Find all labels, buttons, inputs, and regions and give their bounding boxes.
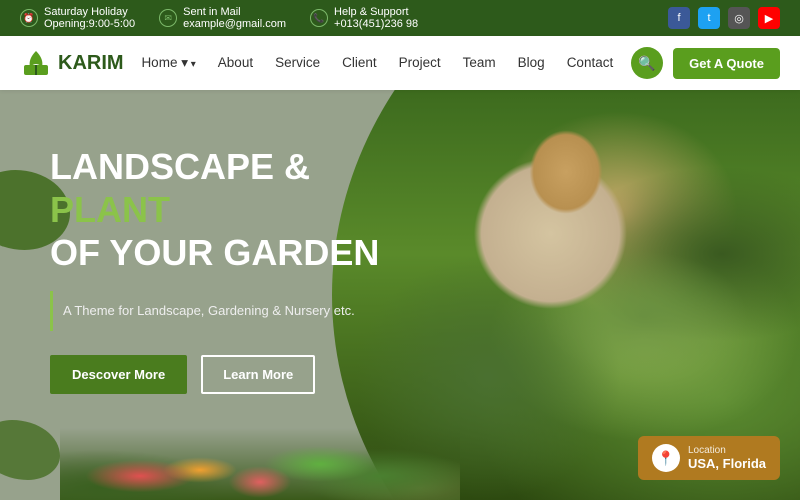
facebook-icon[interactable]: f bbox=[668, 7, 690, 29]
location-pin-icon: 📍 bbox=[652, 444, 680, 472]
hero-section: LANDSCAPE & PLANT OF YOUR GARDEN A Theme… bbox=[0, 90, 800, 500]
nav-item-project[interactable]: Project bbox=[399, 54, 441, 72]
support-info: 📞 Help & Support +013(451)236 98 bbox=[310, 6, 418, 30]
learn-more-button[interactable]: Learn More bbox=[201, 355, 315, 394]
search-button[interactable]: 🔍 bbox=[631, 47, 663, 79]
dribbble-icon[interactable]: ◎ bbox=[728, 7, 750, 29]
navbar: KARIM Home ▾ About Service Client Projec… bbox=[0, 36, 800, 90]
hours-info: ⏰ Saturday Holiday Opening:9:00-5:00 bbox=[20, 6, 135, 30]
hero-title: LANDSCAPE & PLANT OF YOUR GARDEN bbox=[50, 145, 430, 275]
hero-content: LANDSCAPE & PLANT OF YOUR GARDEN A Theme… bbox=[50, 145, 430, 394]
hours-text: Saturday Holiday Opening:9:00-5:00 bbox=[44, 6, 135, 30]
nav-item-blog[interactable]: Blog bbox=[518, 54, 545, 72]
logo-icon bbox=[20, 47, 52, 79]
quote-button[interactable]: Get A Quote bbox=[673, 48, 780, 79]
flowers-foreground bbox=[60, 380, 460, 500]
hero-subtitle-container: A Theme for Landscape, Gardening & Nurse… bbox=[50, 291, 430, 331]
hero-subtitle: A Theme for Landscape, Gardening & Nurse… bbox=[63, 303, 355, 318]
nav-item-home[interactable]: Home ▾ bbox=[141, 54, 195, 72]
nav-links: Home ▾ About Service Client Project Team… bbox=[141, 54, 613, 72]
phone-icon: 📞 bbox=[310, 9, 328, 27]
email-info: ✉ Sent in Mail example@gmail.com bbox=[159, 6, 286, 30]
location-badge: 📍 Location USA, Florida bbox=[638, 436, 780, 480]
top-bar: ⏰ Saturday Holiday Opening:9:00-5:00 ✉ S… bbox=[0, 0, 800, 36]
accent-bar bbox=[50, 291, 53, 331]
mail-icon: ✉ bbox=[159, 9, 177, 27]
support-text: Help & Support +013(451)236 98 bbox=[334, 6, 418, 30]
discover-button[interactable]: Descover More bbox=[50, 355, 187, 394]
youtube-icon[interactable]: ▶ bbox=[758, 7, 780, 29]
nav-item-contact[interactable]: Contact bbox=[567, 54, 614, 72]
clock-icon: ⏰ bbox=[20, 9, 38, 27]
nav-item-about[interactable]: About bbox=[218, 54, 253, 72]
nav-actions: 🔍 Get A Quote bbox=[631, 47, 780, 79]
email-text: Sent in Mail example@gmail.com bbox=[183, 6, 286, 30]
top-bar-info: ⏰ Saturday Holiday Opening:9:00-5:00 ✉ S… bbox=[20, 6, 418, 30]
location-text: Location USA, Florida bbox=[688, 445, 766, 471]
nav-item-service[interactable]: Service bbox=[275, 54, 320, 72]
social-links: f t ◎ ▶ bbox=[668, 7, 780, 29]
twitter-icon[interactable]: t bbox=[698, 7, 720, 29]
nav-item-team[interactable]: Team bbox=[463, 54, 496, 72]
nav-item-client[interactable]: Client bbox=[342, 54, 377, 72]
hero-buttons: Descover More Learn More bbox=[50, 355, 430, 394]
logo[interactable]: KARIM bbox=[20, 47, 124, 79]
